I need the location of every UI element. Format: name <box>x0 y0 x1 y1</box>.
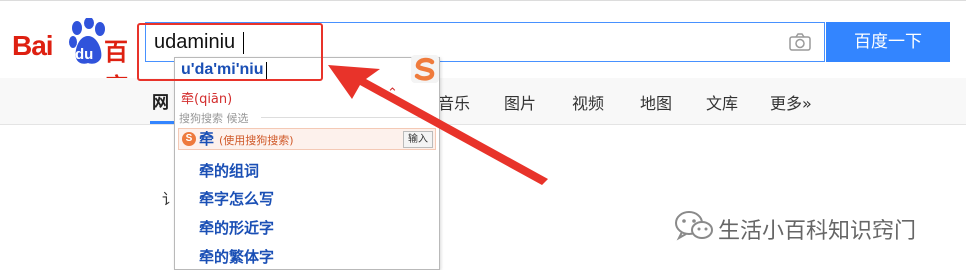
logo-latin: Bai <box>12 30 54 61</box>
sogou-char: 牵 <box>199 130 215 148</box>
top-border <box>0 0 966 1</box>
nav-active-indicator <box>150 121 174 124</box>
ime-suggestion[interactable]: 牵的形近字 <box>199 217 274 238</box>
ime-suggestion[interactable]: 牵字怎么写 <box>199 188 274 209</box>
ime-suggestion[interactable]: 牵的组词 <box>199 160 259 181</box>
nav-more[interactable]: 更多» <box>770 90 812 114</box>
sogou-badge-icon: S <box>182 132 196 146</box>
watermark-text: 生活小百科知识窍门 <box>718 219 917 244</box>
baidu-logo[interactable]: Bai du 百度 <box>12 18 147 101</box>
search-button[interactable]: 百度一下 <box>826 22 950 62</box>
nav-web-active[interactable]: 网 <box>152 88 169 113</box>
camera-icon[interactable] <box>789 33 811 51</box>
logo-paw-text: du <box>75 46 94 63</box>
nav-map[interactable]: 地图 <box>640 90 672 114</box>
red-arrow-annotation <box>328 65 548 185</box>
ime-section-label: 搜狗搜索 候选 <box>179 112 249 125</box>
highlight-box <box>137 23 323 81</box>
wechat-icon <box>675 211 713 241</box>
ime-candidate[interactable]: 牵(qiān) <box>181 88 232 107</box>
ime-suggestion[interactable]: 牵的繁体字 <box>199 246 274 267</box>
nav-wenku[interactable]: 文库 <box>706 90 738 114</box>
sogou-note: (使用搜狗搜索) <box>219 134 294 147</box>
nav-video[interactable]: 视频 <box>572 90 604 114</box>
